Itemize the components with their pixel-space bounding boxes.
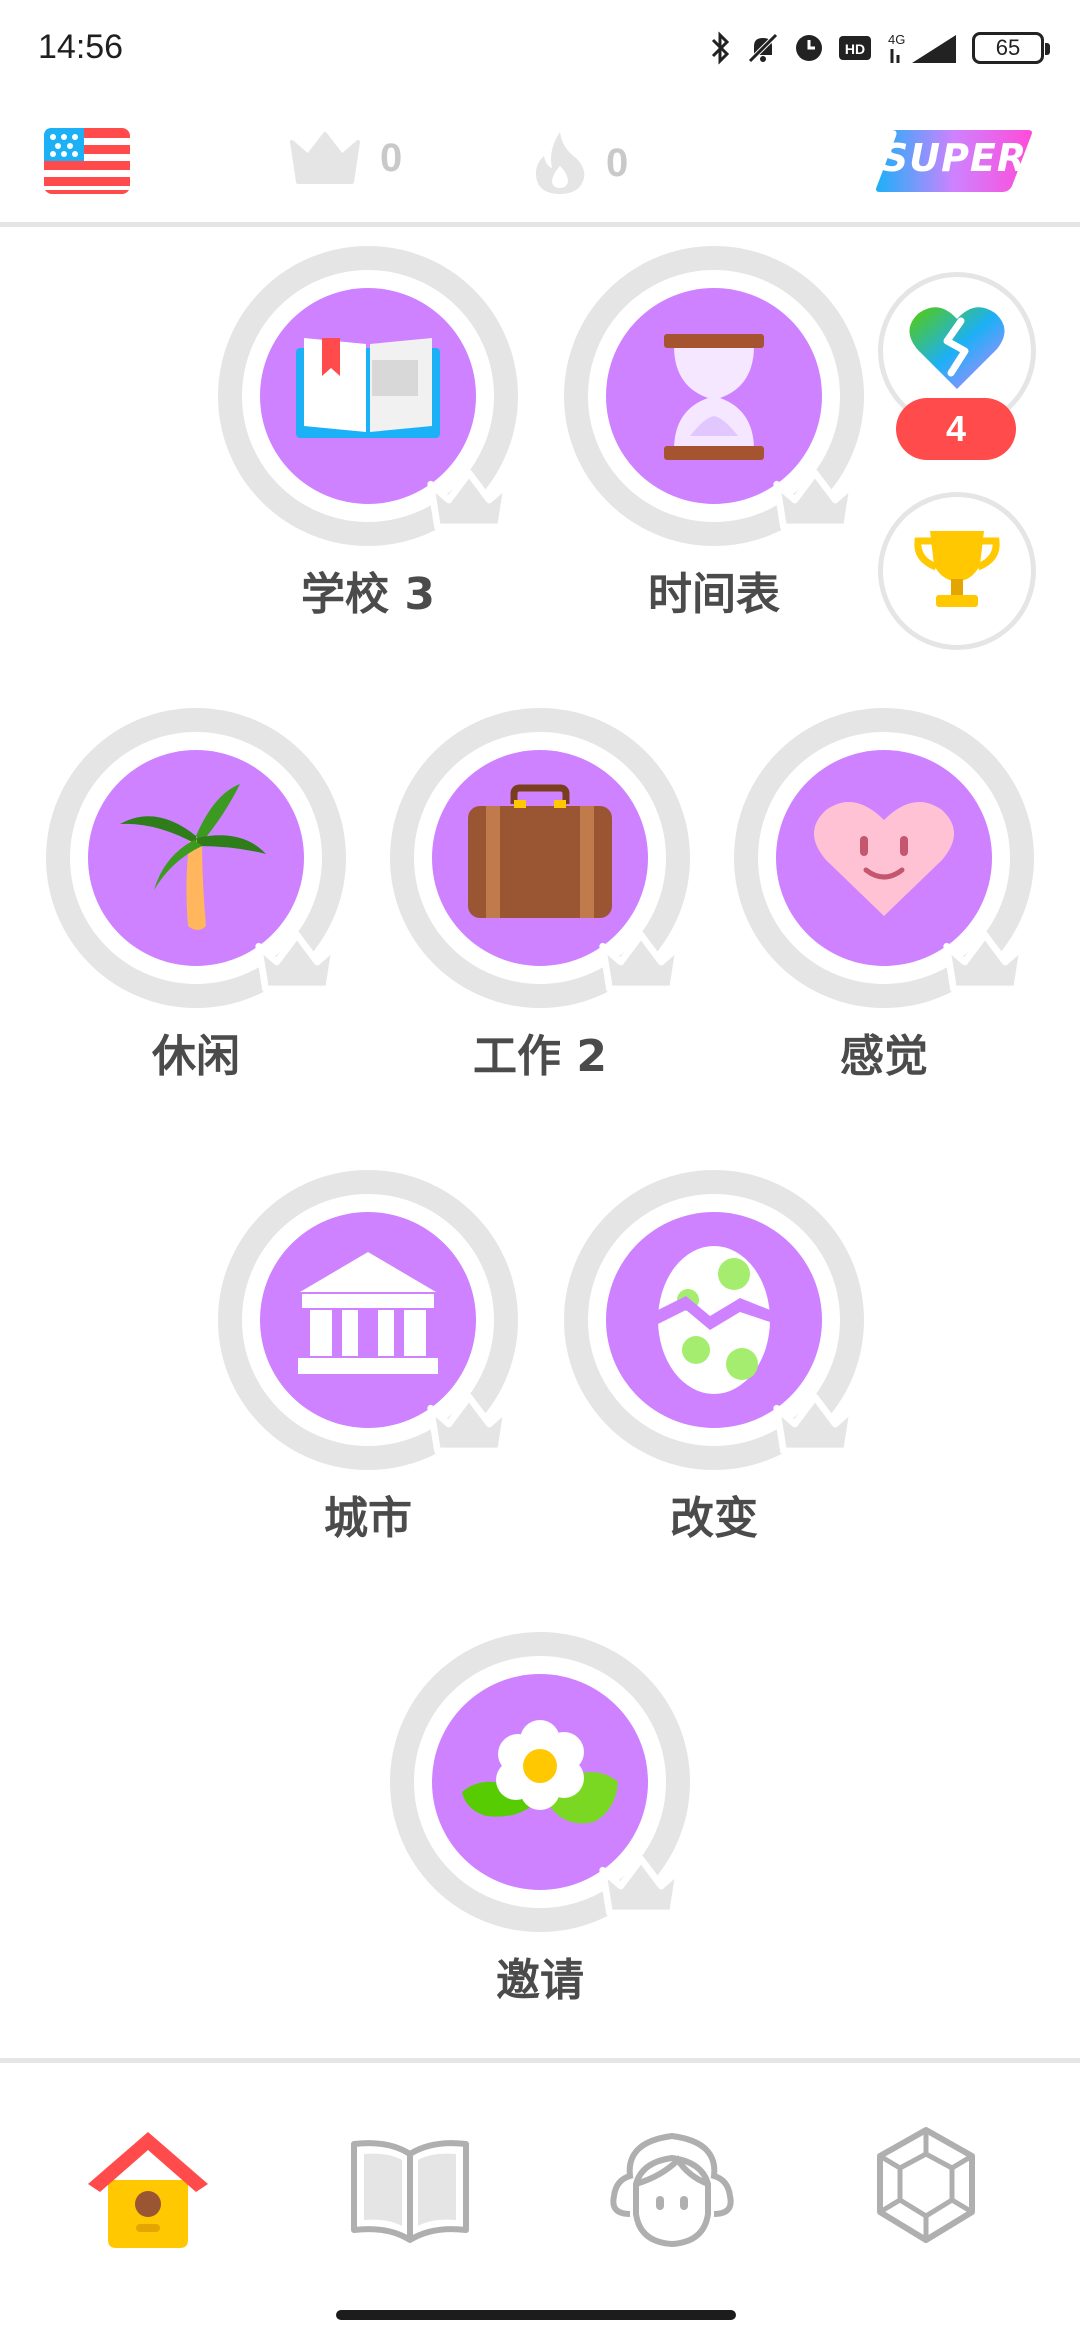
super-label: SUPER — [880, 136, 1028, 180]
nav-home[interactable] — [78, 2118, 218, 2258]
skill-progress-ring — [390, 1632, 690, 1932]
trophy-icon — [914, 531, 1000, 607]
skill-node[interactable]: 休闲 — [46, 708, 346, 1088]
home-indicator[interactable] — [336, 2310, 736, 2320]
us-flag-icon — [44, 128, 130, 194]
crowns-stat[interactable]: 0 — [288, 130, 402, 186]
signal-icon: 4G — [888, 32, 956, 63]
skill-label: 改变 — [670, 1493, 758, 1544]
skill-label: 邀请 — [496, 1955, 584, 2006]
skill-label: 工作 2 — [473, 1031, 607, 1082]
super-button[interactable]: SUPER — [874, 128, 1034, 198]
bottom-nav — [0, 2063, 1080, 2293]
course-flag-button[interactable] — [44, 128, 130, 198]
top-bar: 0 0 SUPER — [0, 110, 1080, 220]
hearts-count: 4 — [896, 398, 1016, 460]
nav-stories[interactable] — [340, 2118, 480, 2258]
skill-node[interactable]: 时间表 — [564, 246, 864, 626]
streak-count: 0 — [606, 140, 629, 185]
battery-indicator: 65 — [972, 32, 1050, 64]
nav-profile[interactable] — [602, 2118, 742, 2258]
skill-node[interactable]: 改变 — [564, 1170, 864, 1550]
skill-node[interactable]: 感觉 — [734, 708, 1034, 1088]
leaderboard-button[interactable] — [878, 492, 1036, 650]
broken-heart-icon — [909, 307, 1005, 389]
bluetooth-icon — [711, 31, 730, 65]
avatar-icon — [610, 2132, 734, 2248]
skill-progress-ring — [218, 246, 518, 546]
svg-text:HD: HD — [845, 41, 865, 57]
status-icons: HD 4G 65 — [710, 26, 1050, 70]
egg-icon — [658, 1246, 770, 1394]
open-book-icon — [351, 2140, 469, 2243]
skill-progress-ring — [564, 1170, 864, 1470]
crown-icon — [290, 132, 360, 184]
skill-node[interactable]: 学校 3 — [218, 246, 518, 626]
skill-label: 学校 3 — [301, 569, 435, 620]
hd-icon: HD — [839, 36, 871, 60]
alarm-icon — [796, 35, 822, 61]
skill-node[interactable]: 工作 2 — [390, 708, 690, 1088]
status-time: 14:56 — [38, 28, 124, 66]
svg-text:4G: 4G — [888, 32, 905, 47]
skill-label: 休闲 — [152, 1031, 240, 1082]
birdhouse-icon — [88, 2132, 208, 2248]
book-icon — [296, 338, 440, 438]
streak-stat[interactable]: 0 — [532, 130, 628, 196]
skill-label: 时间表 — [648, 569, 780, 620]
flame-icon — [535, 132, 585, 194]
status-bar: 14:56 HD 4G 65 — [0, 0, 1080, 96]
skill-node[interactable]: 城市 — [218, 1170, 518, 1550]
skill-progress-ring — [734, 708, 1034, 1008]
suitcase-icon — [468, 784, 612, 918]
skill-progress-ring — [218, 1170, 518, 1470]
skill-progress-ring — [390, 708, 690, 1008]
skill-label: 城市 — [324, 1493, 412, 1544]
gem-icon — [877, 2127, 975, 2243]
skill-label: 感觉 — [840, 1031, 928, 1082]
skill-node[interactable]: 邀请 — [390, 1632, 690, 2012]
nav-shop[interactable] — [856, 2118, 996, 2258]
crowns-count: 0 — [380, 135, 403, 180]
skill-progress-ring — [46, 708, 346, 1008]
skill-progress-ring — [564, 246, 864, 546]
header-divider — [0, 222, 1080, 227]
mute-icon — [748, 33, 778, 63]
